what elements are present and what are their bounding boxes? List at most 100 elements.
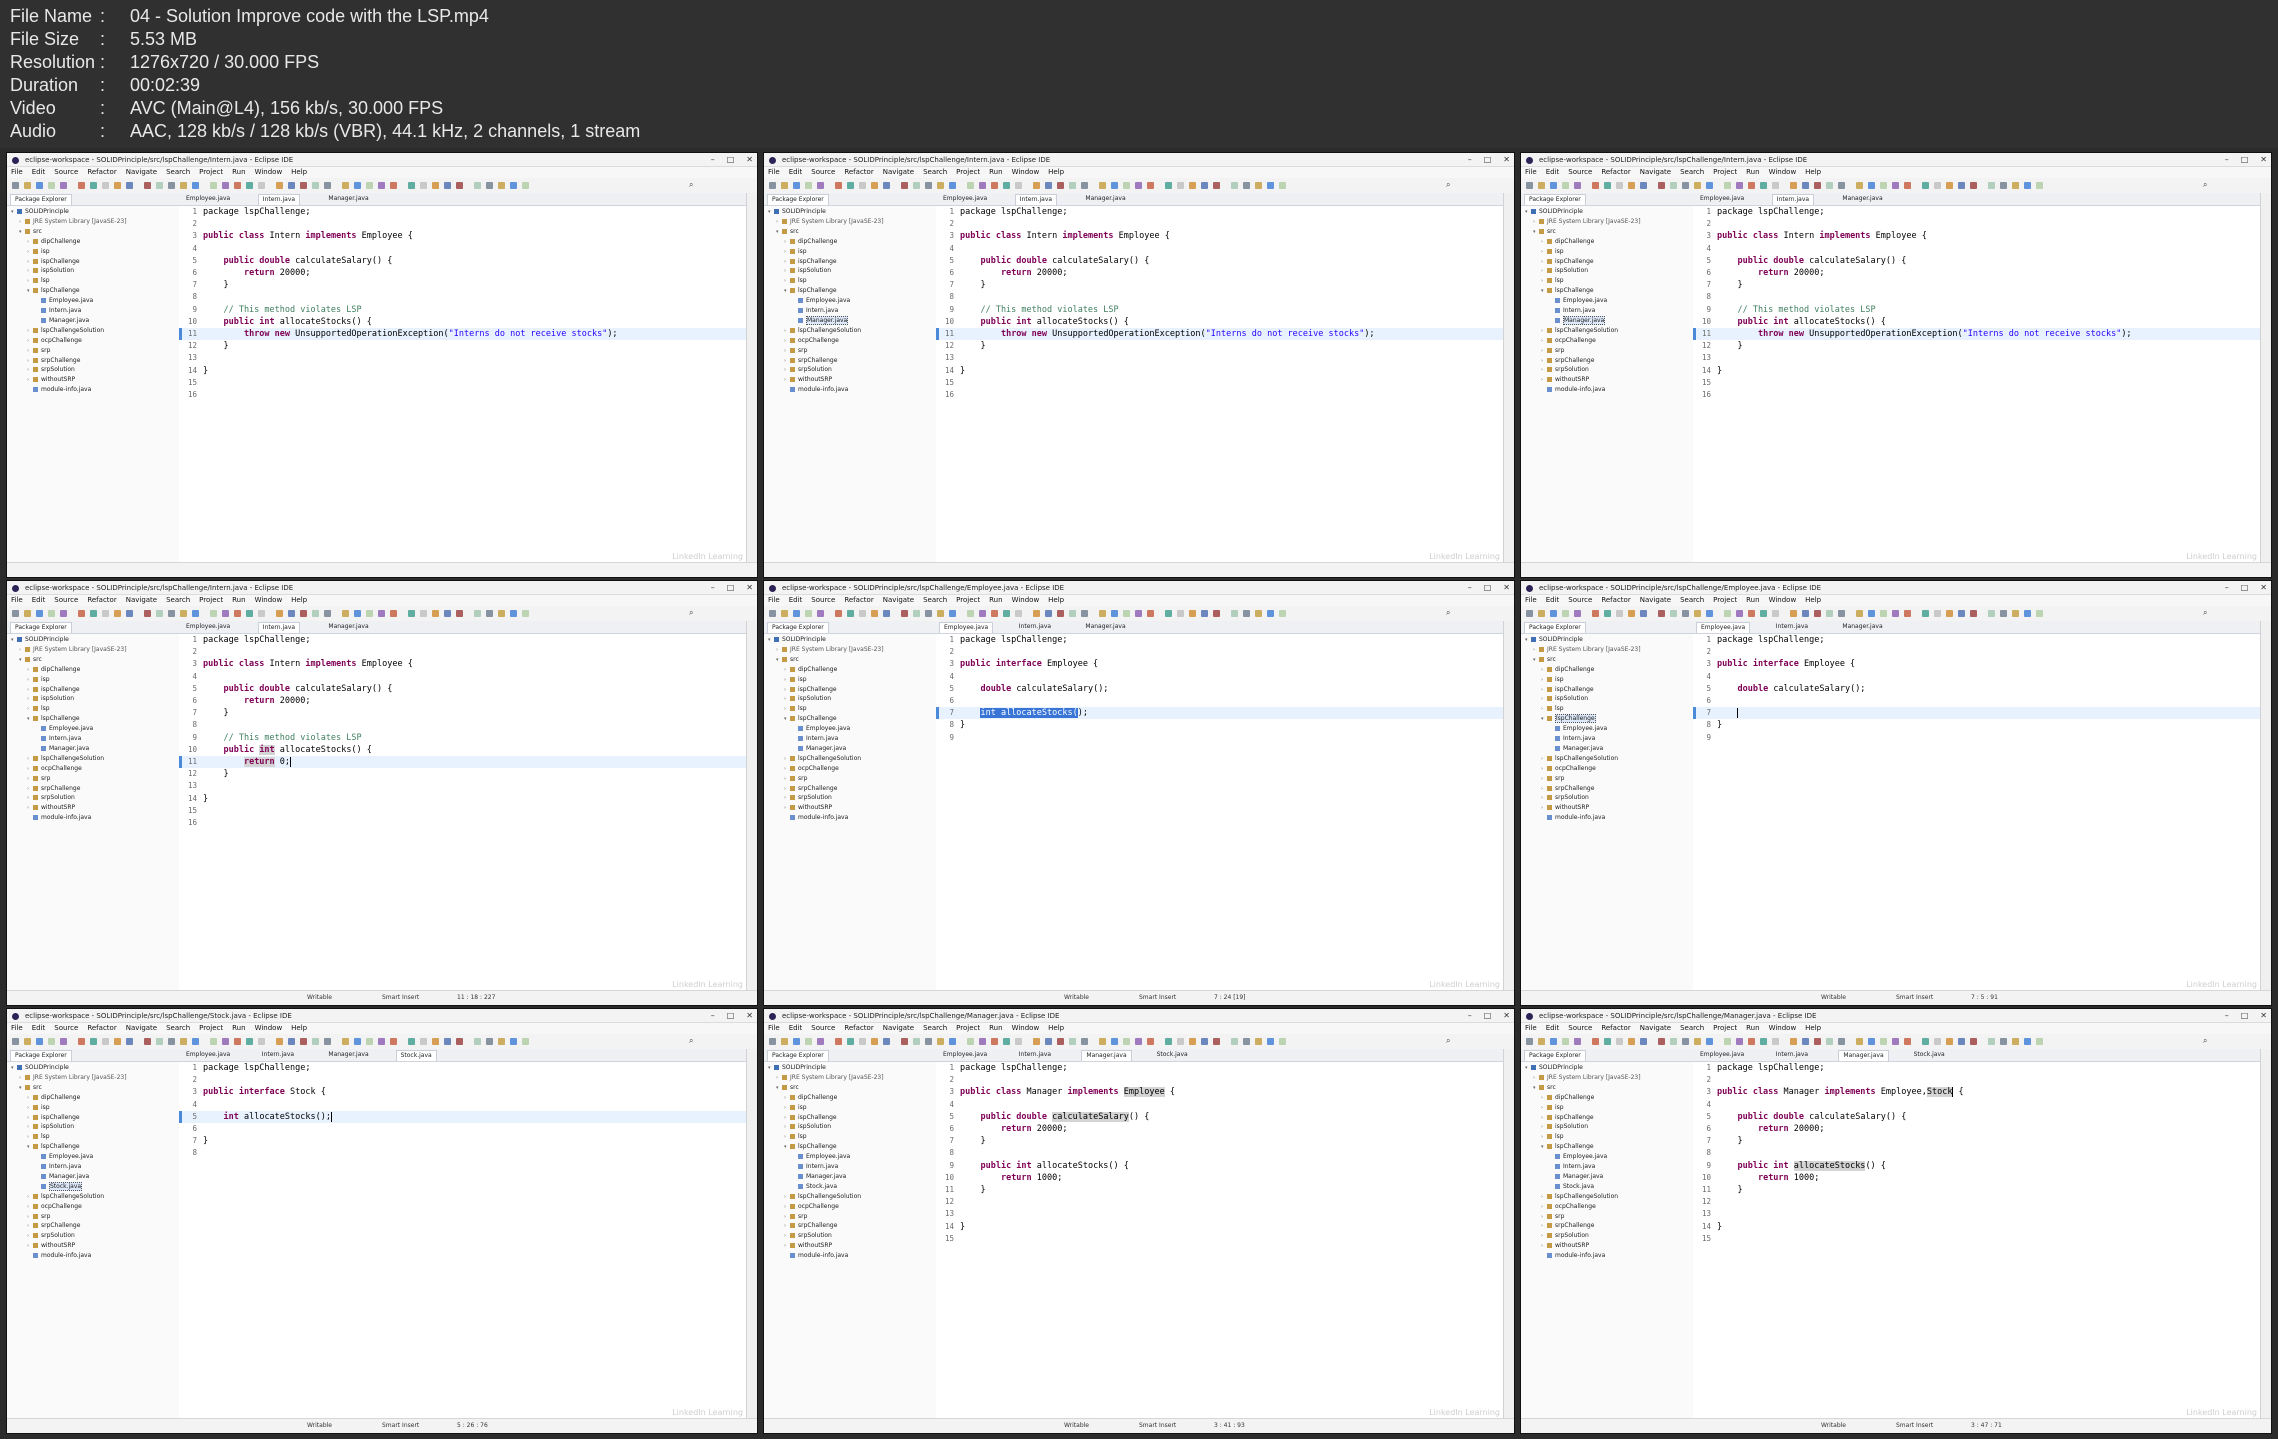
toolbar-button-icon[interactable] (1147, 1038, 1154, 1045)
tree-item[interactable]: ▾ src (7, 227, 42, 237)
toolbar-button-icon[interactable] (1033, 182, 1040, 189)
menu-search[interactable]: Search (923, 595, 947, 606)
tree-item[interactable]: › srp (764, 1212, 807, 1222)
menu-source[interactable]: Source (811, 167, 835, 178)
tree-item[interactable]: ▾ lspChallenge (1521, 1142, 1594, 1152)
toolbar-button-icon[interactable] (1988, 182, 1995, 189)
toolbar-button-icon[interactable] (1868, 610, 1875, 617)
editor-tab[interactable]: Intern.java (1772, 1050, 1812, 1061)
toolbar-button-icon[interactable] (444, 1038, 451, 1045)
toolbar-button-icon[interactable] (883, 1038, 890, 1045)
toolbar-button-icon[interactable] (300, 610, 307, 617)
toolbar-button-icon[interactable] (48, 182, 55, 189)
toolbar-button-icon[interactable] (805, 182, 812, 189)
editor-tab[interactable]: Intern.java (1771, 194, 1815, 205)
tree-item[interactable]: Manager.java (7, 1172, 89, 1182)
menu-file[interactable]: File (11, 1023, 23, 1034)
tree-item[interactable]: ▾ lspChallenge (7, 1142, 80, 1152)
toolbar-button-icon[interactable] (1538, 1038, 1545, 1045)
menu-navigate[interactable]: Navigate (1640, 1023, 1671, 1034)
menu-refactor[interactable]: Refactor (1601, 595, 1630, 606)
toolbar-button-icon[interactable] (180, 610, 187, 617)
tree-item[interactable]: › srpChallenge (1521, 1221, 1594, 1231)
menu-run[interactable]: Run (1746, 595, 1759, 606)
tree-item[interactable]: › ocpChallenge (1521, 1202, 1596, 1212)
toolbar-button-icon[interactable] (246, 182, 253, 189)
toolbar-button-icon[interactable] (1694, 610, 1701, 617)
toolbar-button-icon[interactable] (967, 610, 974, 617)
toolbar-button-icon[interactable] (1628, 610, 1635, 617)
toolbar-button-icon[interactable] (342, 1038, 349, 1045)
toolbar-button-icon[interactable] (1003, 610, 1010, 617)
menu-navigate[interactable]: Navigate (126, 1023, 157, 1034)
toolbar-button-icon[interactable] (474, 1038, 481, 1045)
toolbar-button-icon[interactable] (1694, 182, 1701, 189)
tree-item[interactable]: › srpChallenge (1521, 356, 1594, 366)
tree-item[interactable]: ▾ lspChallenge (764, 1142, 837, 1152)
toolbar-button-icon[interactable] (937, 182, 944, 189)
tree-item[interactable]: Employee.java (7, 296, 93, 306)
tree-item[interactable]: Employee.java (1521, 1152, 1607, 1162)
toolbar-button-icon[interactable] (2036, 1038, 2043, 1045)
toolbar-button-icon[interactable] (1526, 1038, 1533, 1045)
toolbar-button-icon[interactable] (1267, 610, 1274, 617)
toolbar-button-icon[interactable] (1760, 182, 1767, 189)
code-editor[interactable]: Employee.java Intern.java Manager.java Stoc… (1693, 1049, 2261, 1419)
toolbar-button-icon[interactable] (366, 182, 373, 189)
editor-tab[interactable]: Manager.java (1081, 1050, 1132, 1061)
toolbar-button-icon[interactable] (456, 610, 463, 617)
toolbar-button-icon[interactable] (1165, 610, 1172, 617)
tree-item[interactable]: › lsp (1521, 704, 1564, 714)
tree-item[interactable]: › withoutSRP (764, 803, 832, 813)
tree-item[interactable]: › lspChallengeSolution (7, 1192, 104, 1202)
toolbar-button-icon[interactable] (1628, 182, 1635, 189)
toolbar-button-icon[interactable] (1189, 182, 1196, 189)
menu-refactor[interactable]: Refactor (844, 1023, 873, 1034)
toolbar-button-icon[interactable] (498, 182, 505, 189)
toolbar-button-icon[interactable] (258, 182, 265, 189)
tab-package-explorer[interactable]: Package Explorer (1524, 1050, 1586, 1061)
minimize-button[interactable]: – (1468, 581, 1472, 595)
editor-tab[interactable]: Employee.java (939, 194, 991, 205)
toolbar-button-icon[interactable] (324, 610, 331, 617)
toolbar-button-icon[interactable] (1946, 610, 1953, 617)
toolbar-button-icon[interactable] (1616, 1038, 1623, 1045)
tree-item[interactable]: › JRE System Library [JavaSE-23] (764, 217, 884, 227)
code-editor[interactable]: Employee.java Intern.java Manager.java 1 pac… (1693, 621, 2261, 991)
tree-item[interactable]: › withoutSRP (1521, 803, 1589, 813)
tree-item[interactable]: › ispChallenge (1521, 685, 1594, 695)
toolbar-button-icon[interactable] (1081, 182, 1088, 189)
toolbar-button-icon[interactable] (78, 1038, 85, 1045)
toolbar-button-icon[interactable] (180, 1038, 187, 1045)
tree-item[interactable]: › lsp (764, 1132, 807, 1142)
toolbar-button-icon[interactable] (432, 182, 439, 189)
tree-item[interactable]: › JRE System Library [JavaSE-23] (7, 1073, 127, 1083)
tree-item[interactable]: › srp (1521, 774, 1564, 784)
tree-item[interactable]: › lspChallengeSolution (764, 326, 861, 336)
tree-item[interactable]: › JRE System Library [JavaSE-23] (1521, 1073, 1641, 1083)
editor-tab[interactable]: Employee.java (1696, 1050, 1748, 1061)
toolbar-button-icon[interactable] (991, 1038, 998, 1045)
menu-project[interactable]: Project (199, 595, 223, 606)
toolbar-button-icon[interactable] (1231, 610, 1238, 617)
tree-item[interactable]: module-info.java (1521, 385, 1605, 395)
tree-item[interactable]: › srpSolution (7, 1231, 75, 1241)
toolbar-button-icon[interactable] (234, 610, 241, 617)
tree-item[interactable]: Employee.java (764, 296, 850, 306)
menu-run[interactable]: Run (232, 1023, 245, 1034)
toolbar-button-icon[interactable] (1934, 182, 1941, 189)
toolbar-button-icon[interactable] (210, 1038, 217, 1045)
toolbar-button-icon[interactable] (1826, 1038, 1833, 1045)
tree-item[interactable]: › withoutSRP (1521, 1241, 1589, 1251)
minimize-button[interactable]: – (711, 1009, 715, 1023)
toolbar-button-icon[interactable] (1574, 1038, 1581, 1045)
menu-run[interactable]: Run (1746, 167, 1759, 178)
toolbar-button-icon[interactable] (2036, 610, 2043, 617)
menu-navigate[interactable]: Navigate (1640, 167, 1671, 178)
toolbar-button-icon[interactable] (1123, 1038, 1130, 1045)
toolbar-button-icon[interactable] (192, 610, 199, 617)
menu-refactor[interactable]: Refactor (1601, 167, 1630, 178)
tree-item[interactable]: › srp (764, 774, 807, 784)
menu-help[interactable]: Help (1805, 167, 1821, 178)
tree-item[interactable]: ▾ SOLIDPrinciple (764, 1063, 826, 1073)
